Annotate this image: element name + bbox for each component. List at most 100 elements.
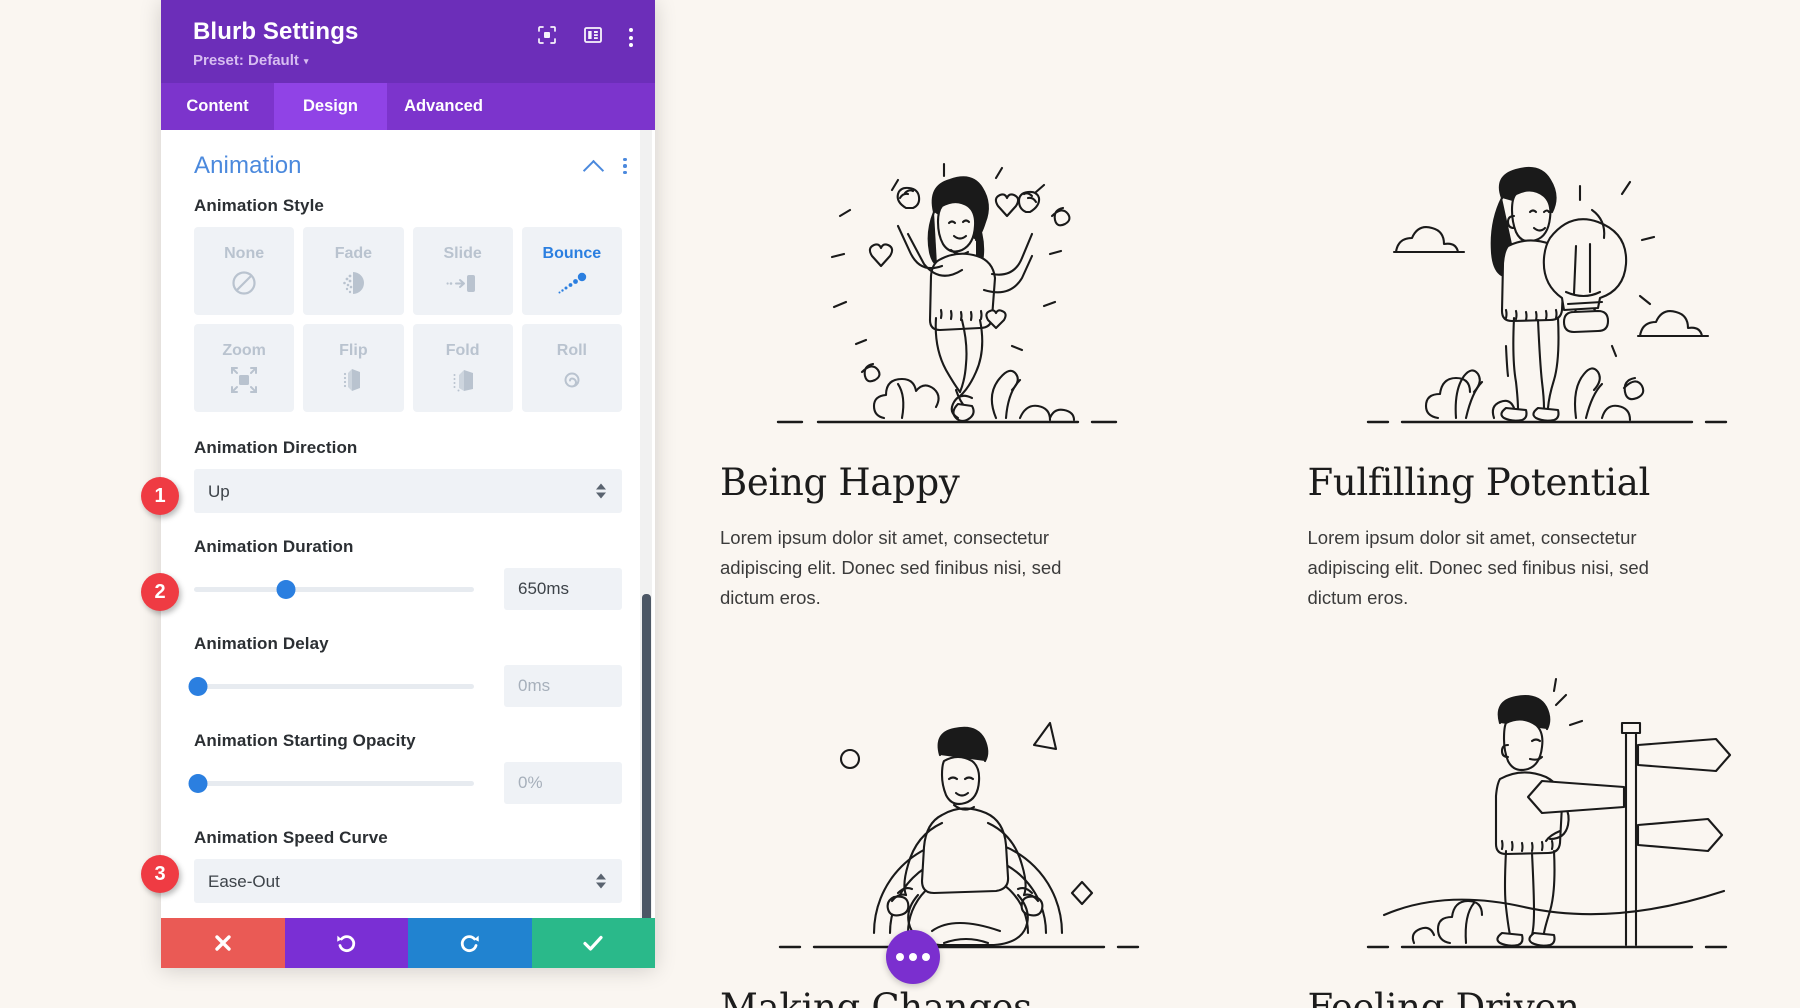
focus-icon[interactable] [537,25,557,50]
animation-delay-value[interactable]: 0ms [504,665,622,707]
animation-delay-label: Animation Delay [194,634,329,653]
animation-starting-opacity-label: Animation Starting Opacity [194,731,416,750]
dot [629,43,633,47]
blurb-title: Being Happy [720,461,960,504]
blurb-card: Being Happy Lorem ipsum dolor sit amet, … [720,150,1213,613]
animation-style-label: Animation Style [194,196,324,215]
slider-track [194,780,474,786]
flip-icon [344,368,361,391]
modal-body: Animation Animation Style None Fade Slid… [161,130,655,918]
animation-style-grid: None Fade Slide Bounce Zoom Flip Fold Ro… [194,227,622,412]
animation-style-fade[interactable]: Fade [303,227,404,315]
dot [623,164,627,168]
animation-style-none[interactable]: None [194,227,295,315]
blurb-settings-modal: Blurb Settings Preset: Default ▾ Content… [161,0,655,968]
animation-delay-slider[interactable] [188,676,474,696]
option-label: Fade [334,244,373,262]
option-label: Roll [556,341,587,359]
man-meditating-illustration [720,675,1213,965]
option-label: Fold [445,341,480,359]
fab-dot [909,953,917,961]
slide-icon [446,274,475,292]
save-button[interactable] [531,918,655,968]
zoom-expand-icon [231,366,258,393]
modal-tab-bar: Content Design Advanced [161,83,655,130]
blurb-title: Making Changes [720,985,1032,1008]
step-badge-1: 1 [141,477,179,515]
option-label: None [224,244,265,262]
preset-selector[interactable]: Preset: Default ▾ [193,52,358,69]
animation-speed-curve-label: Animation Speed Curve [194,828,388,847]
slider-knob[interactable] [188,676,208,696]
blurb-title: Fulfilling Potential [1307,461,1651,504]
animation-speed-curve-field: Animation Speed Curve Ease-Out [194,828,622,903]
animation-starting-opacity-slider[interactable] [188,773,474,793]
animation-fields: Animation Style None Fade Slide Bounce Z… [161,188,655,918]
preset-label: Preset: Default [193,52,299,69]
modal-scrollbar-thumb[interactable] [642,594,651,918]
dot [623,157,627,162]
animation-section-header: Animation [161,130,655,188]
more-vertical-icon[interactable] [623,157,627,175]
option-label: Zoom [222,341,266,359]
more-vertical-icon[interactable] [629,28,633,47]
fab-dot [896,953,904,961]
roll-spiral-icon [564,372,580,388]
dot [629,35,633,40]
chevron-up-icon[interactable] [583,159,605,181]
option-label: Slide [443,244,482,262]
tab-content[interactable]: Content [161,83,274,130]
blurb-card: Feeling Driven [1308,675,1800,1008]
animation-duration-value[interactable]: 650ms [504,568,622,610]
animation-style-flip[interactable]: Flip [303,324,404,412]
animation-duration-label: Animation Duration [194,537,354,556]
tab-bar-filler [500,83,655,130]
option-label: Flip [339,341,368,359]
animation-style-fold[interactable]: Fold [412,324,513,412]
layout-panel-icon[interactable] [583,25,603,50]
blurb-grid: Being Happy Lorem ipsum dolor sit amet, … [700,0,1800,1008]
cancel-button[interactable] [161,918,285,968]
animation-starting-opacity-field: Animation Starting Opacity 0% [188,731,622,804]
animation-style-zoom[interactable]: Zoom [194,324,295,412]
section-title: Animation [194,152,302,179]
blurb-card: Making Changes [720,675,1213,1008]
tab-advanced[interactable]: Advanced [387,83,500,130]
slider-knob[interactable] [188,773,208,793]
animation-style-bounce[interactable]: Bounce [521,227,622,315]
woman-holding-lightbulb-illustration [1308,150,1800,440]
dot [623,170,627,175]
slider-knob[interactable] [276,579,296,599]
animation-direction-select[interactable]: Up [194,469,622,513]
tab-design[interactable]: Design [274,83,387,130]
fab-dot [922,953,930,961]
fold-icon [453,369,473,391]
check-icon [583,935,603,951]
blurb-title: Feeling Driven [1307,985,1580,1008]
app-canvas: Being Happy Lorem ipsum dolor sit amet, … [0,0,1800,1008]
animation-duration-slider[interactable] [194,579,474,599]
man-at-signpost-illustration [1308,675,1800,965]
undo-arrow-icon [337,935,356,953]
animation-starting-opacity-value[interactable]: 0% [504,762,622,804]
redo-button[interactable] [408,918,532,968]
option-label: Bounce [542,244,602,262]
animation-style-roll[interactable]: Roll [521,324,622,412]
animation-style-slide[interactable]: Slide [412,227,513,315]
step-badge-2: 2 [141,573,179,611]
close-x-icon [215,935,231,951]
fade-icon [343,271,365,294]
animation-speed-curve-select[interactable]: Ease-Out [194,859,622,903]
blurb-card: Fulfilling Potential Lorem ipsum dolor s… [1308,150,1800,613]
page-title: Blurb Settings [193,18,359,45]
animation-direction-field: Animation Direction Up [194,438,622,513]
no-entry-icon [232,270,256,295]
animation-delay-field: Animation Delay 0ms [188,634,622,707]
undo-button[interactable] [284,918,408,968]
redo-arrow-icon [460,935,479,953]
animation-duration-field: Animation Duration 650ms [194,537,622,610]
step-badge-3: 3 [141,855,179,893]
more-options-fab[interactable] [886,930,940,984]
bounce-icon [558,272,587,293]
chevron-down-icon: ▾ [303,56,309,66]
